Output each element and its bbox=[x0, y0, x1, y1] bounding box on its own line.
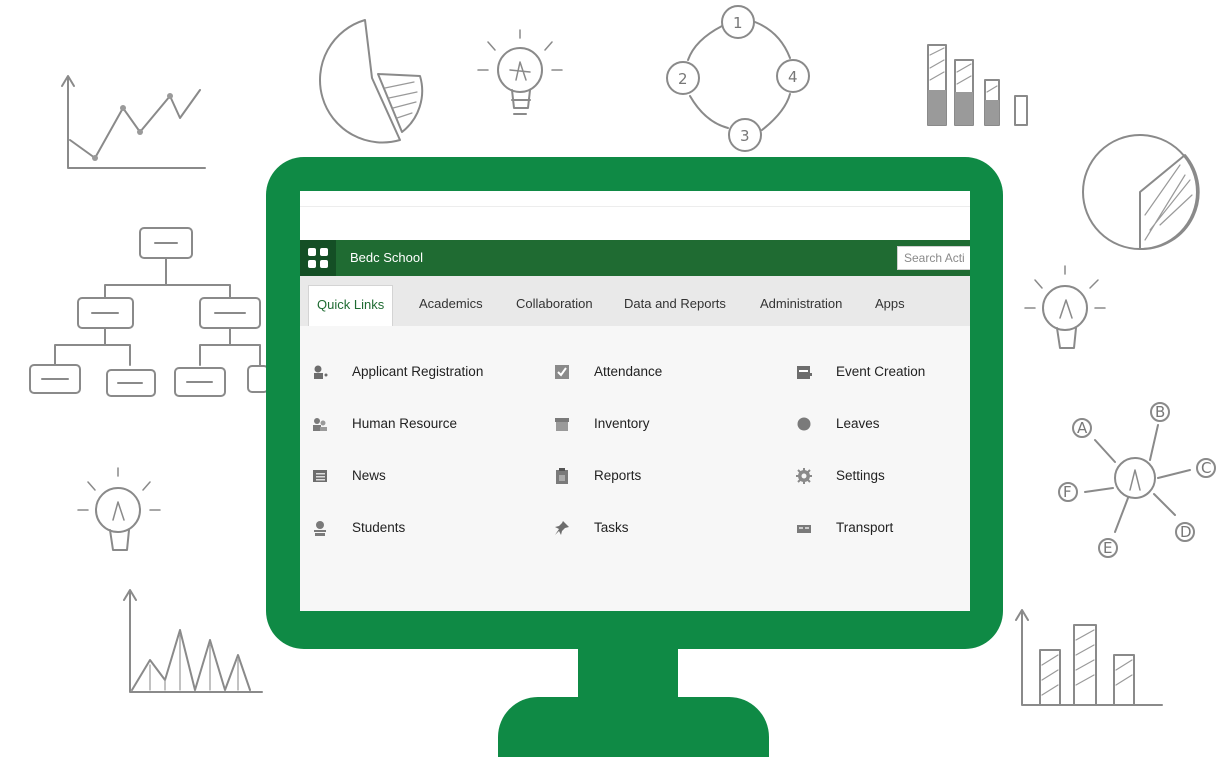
link-attendance[interactable]: Attendance bbox=[554, 360, 704, 384]
tab-apps[interactable]: Apps bbox=[867, 285, 913, 326]
link-news[interactable]: News bbox=[312, 464, 512, 488]
quick-links-panel: Applicant Registration Attendance Event … bbox=[300, 326, 970, 611]
monitor-stand-base bbox=[498, 697, 769, 757]
news-icon bbox=[313, 470, 327, 482]
browser-strip bbox=[300, 191, 970, 207]
checkbox-icon bbox=[555, 365, 569, 379]
mindmap-doodle: A B C D E F bbox=[1058, 402, 1216, 558]
svg-text:1: 1 bbox=[733, 14, 743, 32]
bar-chart-bottom-doodle bbox=[1015, 609, 1163, 706]
lightbulb-doodle bbox=[477, 29, 563, 115]
lightbulb-right-doodle bbox=[1024, 265, 1106, 349]
calendar-icon bbox=[797, 366, 812, 379]
tab-quick-links[interactable]: Quick Links bbox=[308, 285, 394, 326]
monitor-stand-neck bbox=[578, 645, 678, 705]
search-input[interactable] bbox=[897, 246, 970, 270]
link-students[interactable]: Students bbox=[312, 516, 512, 540]
svg-text:D: D bbox=[1180, 523, 1192, 541]
link-applicant-registration[interactable]: Applicant Registration bbox=[312, 360, 512, 384]
link-event-creation[interactable]: Event Creation bbox=[796, 360, 956, 384]
applicant-icon bbox=[314, 365, 328, 379]
svg-text:B: B bbox=[1155, 403, 1165, 421]
app-menu-icon[interactable] bbox=[300, 240, 336, 276]
link-transport[interactable]: Transport bbox=[796, 516, 956, 540]
link-settings[interactable]: Settings bbox=[796, 464, 956, 488]
svg-text:E: E bbox=[1103, 539, 1112, 557]
tab-collaboration[interactable]: Collaboration bbox=[508, 285, 601, 326]
tab-administration[interactable]: Administration bbox=[752, 285, 850, 326]
tab-academics[interactable]: Academics bbox=[411, 285, 491, 326]
gear-icon bbox=[796, 468, 812, 484]
box-icon bbox=[555, 418, 569, 431]
svg-text:3: 3 bbox=[740, 127, 750, 145]
pin-icon bbox=[555, 521, 569, 535]
clipboard-icon bbox=[556, 468, 568, 484]
svg-text:C: C bbox=[1201, 459, 1211, 477]
area-chart-doodle bbox=[123, 589, 263, 693]
link-leaves[interactable]: Leaves bbox=[796, 412, 956, 436]
line-chart-doodle bbox=[61, 75, 206, 169]
link-inventory[interactable]: Inventory bbox=[554, 412, 704, 436]
people-icon bbox=[313, 418, 327, 431]
svg-text:A: A bbox=[1077, 419, 1088, 437]
app-header-bar: Bedc School bbox=[300, 240, 970, 276]
pie-chart-right-doodle bbox=[1082, 134, 1200, 251]
cycle-doodle: 1 2 3 4 bbox=[666, 5, 810, 152]
bus-icon bbox=[797, 525, 811, 533]
bar-chart-doodle bbox=[927, 44, 1028, 126]
svg-text:F: F bbox=[1063, 483, 1072, 501]
lightbulb-left-doodle bbox=[77, 467, 161, 551]
monitor-screen: Bedc School Quick Links Academics Collab… bbox=[300, 191, 970, 611]
link-reports[interactable]: Reports bbox=[554, 464, 704, 488]
svg-text:4: 4 bbox=[788, 68, 798, 86]
tab-bar: Quick Links Academics Collaboration Data… bbox=[300, 276, 970, 326]
leaf-icon bbox=[797, 417, 811, 431]
tab-data-and-reports[interactable]: Data and Reports bbox=[616, 285, 734, 326]
school-name: Bedc School bbox=[350, 250, 423, 265]
org-chart-doodle bbox=[29, 227, 269, 397]
pie-chart-doodle bbox=[319, 19, 424, 144]
link-tasks[interactable]: Tasks bbox=[554, 516, 704, 540]
link-human-resource[interactable]: Human Resource bbox=[312, 412, 512, 436]
svg-text:2: 2 bbox=[678, 70, 688, 88]
student-icon bbox=[314, 521, 326, 536]
